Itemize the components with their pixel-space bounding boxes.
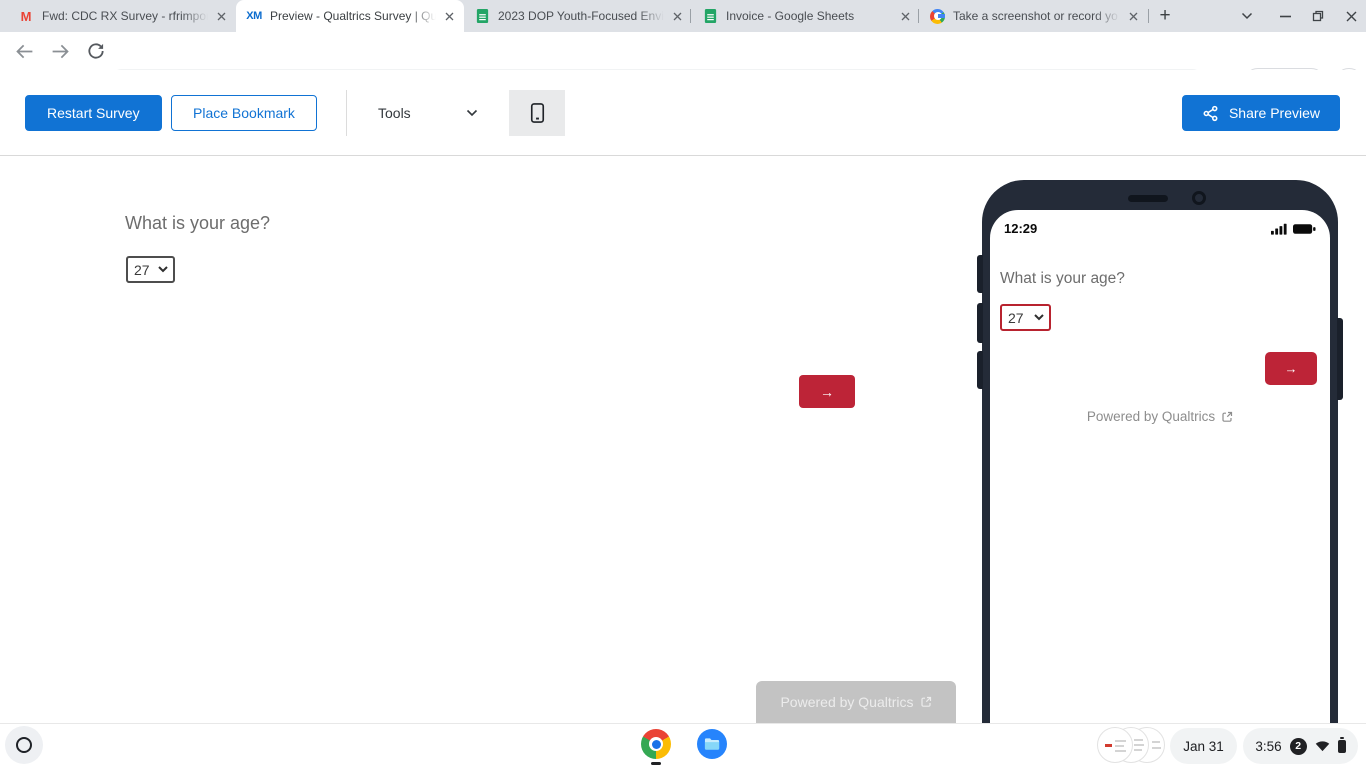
- phone-volume-down-button: [977, 351, 983, 389]
- phone-clock: 12:29: [1004, 221, 1038, 236]
- tab-title: Invoice - Google Sheets: [726, 8, 892, 24]
- chevron-down-icon: [158, 266, 168, 273]
- survey-question: What is your age?: [1000, 270, 1125, 287]
- back-icon[interactable]: [12, 39, 36, 63]
- age-select-value: 27: [1008, 309, 1024, 326]
- tab-gmail[interactable]: M Fwd: CDC RX Survey - rfrimpon: [8, 0, 236, 32]
- chrome-running-indicator: [651, 762, 661, 765]
- gmail-icon: M: [20, 8, 32, 24]
- sheets-icon: [702, 8, 718, 24]
- sheets-icon: [474, 8, 490, 24]
- age-select-value: 27: [134, 261, 150, 278]
- tab-strip: M Fwd: CDC RX Survey - rfrimpon XM Previ…: [0, 0, 1366, 32]
- battery-icon: [1293, 224, 1316, 234]
- restore-window-icon[interactable]: [1305, 0, 1331, 32]
- tab-divider: [690, 9, 691, 23]
- thumbnail-line: [1152, 741, 1160, 743]
- chrome-app-icon[interactable]: [641, 729, 671, 759]
- phone-status-icons: [1271, 223, 1316, 235]
- smartphone-icon: [530, 103, 544, 123]
- tab-sheets-dop[interactable]: 2023 DOP Youth-Focused Envi: [464, 0, 692, 32]
- age-select[interactable]: 27: [1000, 304, 1051, 331]
- new-tab-button[interactable]: +: [1152, 3, 1178, 29]
- thumbnail-line: [1115, 750, 1126, 752]
- tab-search-chevron-icon[interactable]: [1234, 0, 1260, 32]
- thumbnail-line: [1134, 739, 1143, 741]
- phone-power-button: [1337, 318, 1343, 400]
- survey-question: What is your age?: [125, 213, 271, 233]
- close-icon[interactable]: [212, 7, 230, 25]
- restart-survey-button[interactable]: Restart Survey: [25, 95, 162, 131]
- thumbnail-red-mark: [1105, 744, 1112, 747]
- date-pill[interactable]: Jan 31: [1170, 728, 1237, 764]
- launcher-circle-icon: [16, 737, 32, 753]
- thumbnail-line: [1152, 747, 1161, 749]
- next-button[interactable]: →: [1265, 352, 1317, 385]
- phone-mockup: 12:29 What is your age? 27 → Powered by …: [977, 180, 1343, 723]
- tab-sheets-invoice[interactable]: Invoice - Google Sheets: [692, 0, 920, 32]
- close-icon[interactable]: [896, 7, 914, 25]
- tab-title: 2023 DOP Youth-Focused Envi: [498, 8, 664, 24]
- share-preview-label: Share Preview: [1228, 105, 1321, 121]
- reload-icon[interactable]: [84, 39, 108, 63]
- phone-camera: [1192, 191, 1206, 205]
- chevron-down-icon: [1034, 314, 1044, 321]
- status-tray[interactable]: 3:56 2: [1243, 728, 1358, 764]
- thumbnail-line: [1115, 740, 1126, 742]
- phone-speaker: [1128, 195, 1168, 202]
- place-bookmark-button[interactable]: Place Bookmark: [171, 95, 317, 131]
- google-icon: [930, 8, 945, 24]
- powered-by-qualtrics-link[interactable]: Powered by Qualtrics: [756, 681, 956, 723]
- phone-side-button: [977, 255, 983, 293]
- notification-badge: 2: [1289, 737, 1307, 755]
- tab-title: Take a screenshot or record yo: [953, 8, 1120, 24]
- powered-by-label: Powered by Qualtrics: [1086, 409, 1216, 424]
- tab-qualtrics-preview[interactable]: XM Preview - Qualtrics Survey | Qu: [236, 0, 464, 32]
- close-icon[interactable]: [1124, 7, 1142, 25]
- tools-label: Tools: [378, 105, 411, 121]
- browser-toolbar: lucid.co1.qualtrics.com/jfe/preview/prev…: [0, 32, 1366, 98]
- tab-divider: [918, 9, 919, 23]
- chromeos-screen: M Fwd: CDC RX Survey - rfrimpon XM Previ…: [0, 0, 1366, 768]
- battery-icon: [1337, 737, 1346, 753]
- thumbnail-line: [1134, 744, 1144, 746]
- screenshot-thumbnail[interactable]: [1097, 727, 1133, 763]
- mobile-preview-toggle[interactable]: [509, 90, 565, 136]
- external-link-icon: [920, 696, 931, 707]
- qualtrics-xm-icon: XM: [246, 10, 262, 22]
- phone-volume-up-button: [977, 303, 983, 343]
- close-icon[interactable]: [440, 7, 458, 25]
- tab-title: Preview - Qualtrics Survey | Qu: [270, 8, 436, 24]
- age-select[interactable]: 27: [126, 256, 175, 283]
- chevron-down-icon: [466, 109, 478, 117]
- toolbar-divider: [346, 90, 347, 136]
- shelf-time: 3:56: [1255, 738, 1282, 754]
- next-button[interactable]: →: [799, 375, 855, 408]
- tab-google-search[interactable]: Take a screenshot or record yo: [920, 0, 1148, 32]
- survey-preview-area: What is your age? 27 → Powered by Qualtr…: [0, 156, 1366, 723]
- chromeos-shelf: Jan 31 3:56 2: [0, 723, 1366, 768]
- files-app-icon[interactable]: [697, 729, 727, 759]
- share-icon: [1203, 105, 1218, 121]
- tab-title: Fwd: CDC RX Survey - rfrimpon: [42, 8, 208, 24]
- folder-icon: [704, 738, 719, 750]
- minimize-icon[interactable]: [1272, 0, 1298, 32]
- tools-dropdown[interactable]: Tools: [378, 95, 478, 131]
- preview-toolbar: Restart Survey Place Bookmark Tools Shar…: [0, 70, 1366, 156]
- signal-bars-icon: [1271, 223, 1287, 235]
- shelf-date: Jan 31: [1183, 738, 1224, 754]
- thumbnail-line: [1115, 745, 1124, 747]
- tab-divider: [1148, 9, 1149, 23]
- forward-icon[interactable]: [48, 39, 72, 63]
- close-icon[interactable]: [668, 7, 686, 25]
- powered-by-qualtrics-link[interactable]: Powered by Qualtrics: [990, 409, 1330, 424]
- share-preview-button[interactable]: Share Preview: [1182, 95, 1340, 131]
- external-link-icon: [1222, 411, 1233, 422]
- phone-screen: 12:29 What is your age? 27 → Powered by …: [990, 210, 1330, 723]
- close-window-icon[interactable]: [1338, 0, 1364, 32]
- wifi-icon: [1315, 741, 1329, 752]
- powered-by-label: Powered by Qualtrics: [780, 694, 914, 710]
- launcher-button[interactable]: [5, 726, 43, 764]
- thumbnail-line: [1134, 749, 1142, 751]
